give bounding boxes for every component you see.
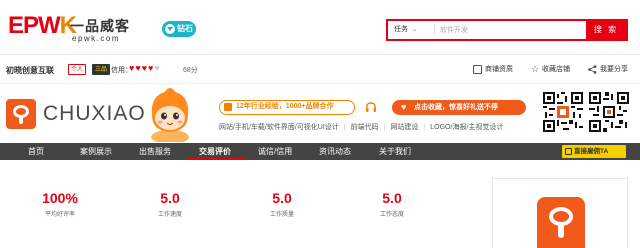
individual-badge: 个人 bbox=[68, 64, 87, 75]
credit-hearts: ♥♥♥♥♥ bbox=[129, 63, 161, 74]
heart-icon: ♥ bbox=[129, 63, 135, 73]
hire-icon bbox=[565, 148, 572, 155]
mascot-illustration bbox=[151, 88, 189, 142]
heart-icon: ♥ bbox=[135, 63, 141, 73]
heart-icon: ♥ bbox=[401, 102, 407, 112]
heart-icon: ♥ bbox=[141, 63, 148, 73]
search-bar: 任务⌄ 搜 索 bbox=[386, 19, 628, 41]
stat-positive-rate: 100% 平均好评率 bbox=[30, 190, 90, 218]
experience-pill: 12年行业经验，1000+品牌合作 bbox=[219, 100, 355, 115]
stat-value: 5.0 bbox=[160, 190, 180, 206]
stat-value: 5.0 bbox=[382, 190, 402, 206]
chuxiao-logo-mark bbox=[6, 99, 36, 129]
customer-service-icon[interactable] bbox=[365, 102, 377, 113]
chevron-down-icon: ⌄ bbox=[412, 27, 418, 33]
qr-code-icon bbox=[543, 92, 583, 132]
heart-icon: ♥ bbox=[148, 63, 154, 73]
diamond-member-badge: 钻石 bbox=[162, 21, 196, 37]
stat-work-quality: 5.0 工作质量 bbox=[252, 190, 312, 218]
nav-integrity-credit[interactable]: 诚信/信用 bbox=[258, 143, 292, 160]
shop-actions: 商铺资质 ☆ 收藏店铺 我要分享 bbox=[457, 64, 628, 76]
level-badge: 三品 bbox=[92, 64, 111, 75]
epwk-logo-chinese: 一品威客 bbox=[70, 18, 130, 34]
shop-name[interactable]: 初晓创意互联 bbox=[6, 65, 54, 76]
service-links: 网站/手机/车载/软件界面/可视化UI设计 | 前端代码 | 网站建设 | LOGO/海报/… bbox=[219, 122, 504, 132]
service-link-frontend[interactable]: 前端代码 bbox=[351, 122, 379, 132]
stat-value: 5.0 bbox=[272, 190, 292, 206]
shop-avatar[interactable] bbox=[537, 197, 585, 248]
site-header: EPWK 一品威客 epwk.com 钻石 任务⌄ 搜 索 bbox=[0, 0, 640, 55]
share-button[interactable]: 我要分享 bbox=[588, 64, 628, 74]
shop-info-bar: 初晓创意互联 个人 三品 信用： ♥♥♥♥♥ 68分 商铺资质 ☆ 收藏店铺 我要… bbox=[0, 56, 640, 84]
shop-nav: 首页 案例展示 出售服务 交易评价 诚信/信用 资讯动态 关于我们 直接雇佣TA bbox=[0, 143, 640, 160]
nav-case-showcase[interactable]: 案例展示 bbox=[80, 143, 112, 160]
nav-services-for-sale[interactable]: 出售服务 bbox=[139, 143, 171, 160]
certificate-icon bbox=[473, 64, 483, 74]
hire-directly-button[interactable]: 直接雇佣TA bbox=[562, 145, 626, 158]
active-tab-indicator bbox=[187, 158, 245, 160]
share-icon bbox=[588, 64, 597, 74]
chuxiao-wordmark: CHUXIAO bbox=[43, 102, 146, 125]
search-category-select[interactable]: 任务 ⌄ bbox=[394, 21, 417, 39]
nav-home[interactable]: 首页 bbox=[28, 143, 44, 160]
stat-label: 工作态度 bbox=[379, 212, 404, 218]
stat-work-speed: 5.0 工作速度 bbox=[140, 190, 200, 218]
stat-label: 工作速度 bbox=[157, 212, 182, 218]
stat-label: 平均好评率 bbox=[44, 212, 75, 218]
service-link-website[interactable]: 网站建设 bbox=[390, 122, 418, 132]
badge-icon bbox=[224, 103, 232, 111]
stat-work-attitude: 5.0 工作态度 bbox=[362, 190, 422, 218]
stat-value: 100% bbox=[42, 190, 78, 206]
star-icon: ☆ bbox=[530, 63, 540, 74]
epwk-logo-wordmark: EPWK bbox=[8, 12, 77, 39]
stat-label: 工作质量 bbox=[269, 212, 294, 218]
service-link-ui-design[interactable]: 网站/手机/车载/软件界面/可视化UI设计 bbox=[219, 122, 339, 132]
search-input[interactable] bbox=[440, 21, 580, 39]
search-divider bbox=[434, 25, 435, 35]
heart-icon: ♥ bbox=[154, 63, 160, 73]
diamond-icon bbox=[165, 24, 175, 34]
collect-promo-button[interactable]: ♥ 点击收藏，惊喜好礼送不停 bbox=[392, 100, 526, 115]
nav-about-us[interactable]: 关于我们 bbox=[379, 143, 411, 160]
nav-news[interactable]: 资讯动态 bbox=[319, 143, 351, 160]
shop-banner: CHUXIAO 12年行业经验，1000+品牌合作 ♥ 点击收藏，惊喜好礼送不停… bbox=[0, 85, 640, 142]
shop-profile-card bbox=[492, 178, 628, 248]
qr-code-icon bbox=[589, 92, 629, 132]
review-stats: 100% 平均好评率 5.0 工作速度 5.0 工作质量 5.0 工作态度 bbox=[0, 161, 640, 248]
credit-score: 68分 bbox=[183, 67, 198, 74]
search-button[interactable]: 搜 索 bbox=[586, 21, 626, 39]
shop-qualification-link[interactable]: 商铺资质 bbox=[473, 64, 513, 74]
epwk-logo-url: epwk.com bbox=[72, 34, 121, 43]
service-link-logo-design[interactable]: LOGO/海报/主视觉设计 bbox=[430, 122, 503, 132]
favorite-shop-button[interactable]: ☆ 收藏店铺 bbox=[531, 64, 570, 74]
